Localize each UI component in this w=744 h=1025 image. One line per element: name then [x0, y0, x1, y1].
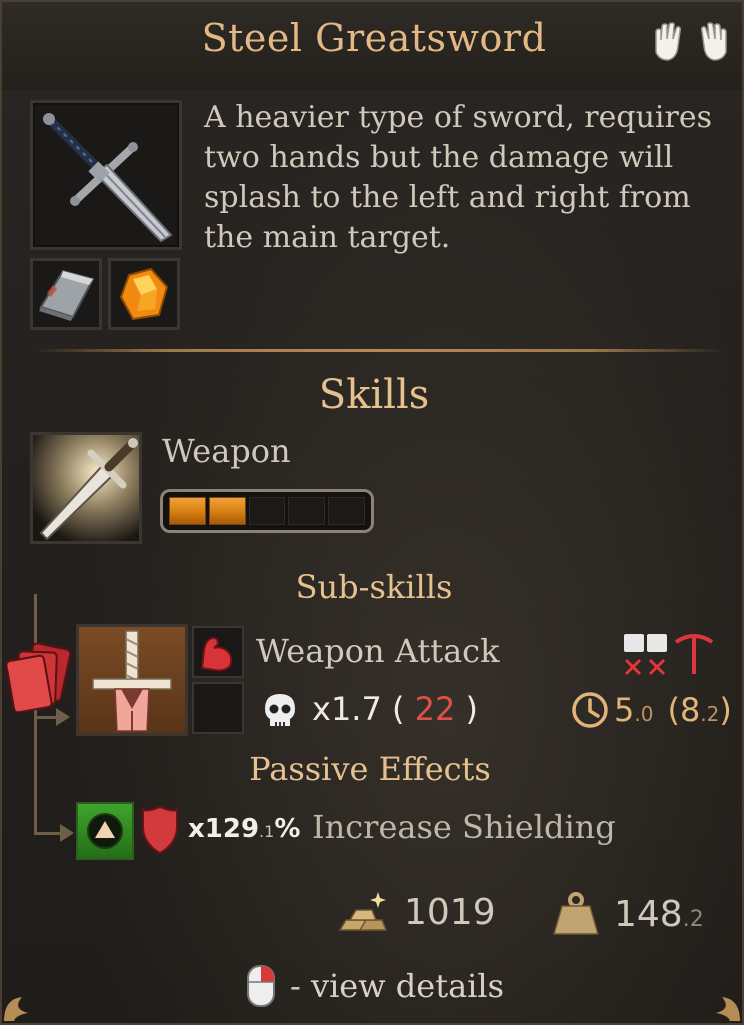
- weight-icon: [553, 892, 599, 935]
- open-paren: (: [392, 690, 405, 728]
- weapon-skill-icon[interactable]: [30, 432, 142, 544]
- item-description: A heavier type of sword, requires two ha…: [204, 100, 712, 255]
- item-tooltip: Steel Greatsword A heavier type of sword…: [0, 0, 744, 1025]
- passive-multiplier-value: x129: [188, 814, 260, 844]
- item-title: Steel Greatsword: [201, 16, 547, 60]
- weapon-attack-icon[interactable]: [76, 624, 188, 736]
- progress-segment-empty: [248, 497, 286, 525]
- steel-ingot-icon: [39, 269, 95, 321]
- action-time: 5.0 (8.2): [570, 690, 732, 730]
- two-hands-icon: [650, 22, 732, 64]
- multiplier-value: x1.7: [312, 690, 382, 728]
- skull-icon: [265, 694, 295, 726]
- tree-connector: [34, 594, 37, 834]
- sword-skill-icon: [33, 435, 139, 541]
- passive-buff-icon[interactable]: [76, 802, 134, 860]
- amber-gem-icon: [119, 267, 169, 321]
- weight-value: 148: [614, 893, 683, 935]
- corner-ornament-icon: [716, 997, 740, 1021]
- progress-segment-filled: [208, 497, 246, 525]
- up-arrow-icon: [87, 813, 123, 849]
- hand-icon: [700, 22, 727, 61]
- time-decimal: .0: [634, 702, 654, 726]
- splash-target-icon: [624, 634, 667, 676]
- weapon-portrait: [30, 100, 182, 250]
- weapon-skill-name: Weapon: [162, 432, 291, 470]
- strength-slot[interactable]: [192, 626, 244, 678]
- time-alt-value: (8: [667, 691, 701, 729]
- passive-effects-heading: Passive Effects: [249, 750, 491, 788]
- passive-percent: %: [274, 814, 301, 844]
- progress-segment-empty: [328, 497, 365, 525]
- passive-effect-name: Increase Shielding: [312, 808, 616, 846]
- damage-value: 22: [414, 690, 456, 728]
- subskills-heading: Sub-skills: [295, 568, 453, 606]
- mouse-right-click-icon: [247, 965, 275, 1007]
- weight-decimal: .2: [682, 906, 704, 932]
- skills-heading: Skills: [318, 372, 430, 418]
- clock-icon: [572, 692, 608, 728]
- sword-thrust-icon: [92, 630, 172, 732]
- tree-arrow-icon: [60, 824, 74, 842]
- hand-icon: [655, 22, 682, 61]
- damage-multiplier: x1.7 ( 22 ): [312, 690, 478, 728]
- close-paren: ): [465, 690, 479, 728]
- empty-slot[interactable]: [192, 682, 244, 734]
- time-alt-close: ): [719, 691, 732, 729]
- pickaxe-icon: [674, 634, 714, 674]
- view-details-hint: - view details: [246, 964, 504, 1008]
- passive-multiplier-decimal: .1: [259, 822, 275, 841]
- section-divider: [34, 349, 724, 352]
- progress-segment-empty: [288, 497, 326, 525]
- cards-icon: [6, 642, 72, 712]
- greatsword-icon: [43, 113, 173, 243]
- corner-ornament-icon: [4, 997, 28, 1021]
- time-alt-decimal: .2: [700, 702, 720, 726]
- weapon-attack-name: Weapon Attack: [256, 632, 500, 670]
- material-slot-amber[interactable]: [108, 258, 180, 330]
- muscle-arm-icon: [200, 636, 233, 672]
- time-value: 5: [614, 691, 635, 729]
- gold-value-stat: 1019: [338, 890, 496, 934]
- weight-stat: 148.2: [552, 890, 704, 938]
- gold-value: 1019: [404, 891, 496, 933]
- material-slot-steel[interactable]: [30, 258, 102, 330]
- shield-icon: [142, 805, 178, 855]
- passive-multiplier: x129.1%: [188, 814, 300, 844]
- view-details-text: - view details: [290, 967, 505, 1005]
- weapon-skill-progress: [160, 489, 374, 533]
- progress-segment-filled: [169, 497, 206, 525]
- gold-bars-icon: [338, 892, 388, 931]
